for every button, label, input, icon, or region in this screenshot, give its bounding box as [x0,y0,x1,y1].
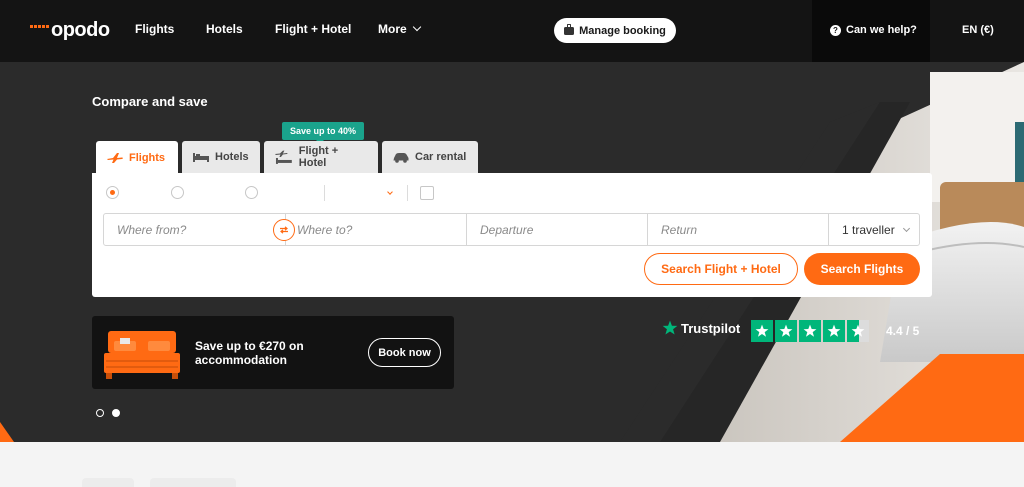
search-card: Where from? Where to? Departure Return 1… [92,173,932,297]
divider [324,185,325,201]
trip-type-radio-3[interactable] [245,186,258,199]
tab-flight-hotel[interactable]: Flight + Hotel [264,141,378,173]
help-label: Can we help? [846,24,917,36]
tab-car-rental[interactable]: Car rental [382,141,478,173]
search-flight-hotel-button[interactable]: Search Flight + Hotel [644,253,798,285]
question-icon: ? [830,24,841,36]
orange-bed-icon [104,331,180,379]
carousel-dots [96,409,120,417]
book-now-button[interactable]: Book now [368,338,441,367]
return-date-input[interactable]: Return [647,213,829,246]
travellers-select[interactable]: 1 traveller [828,213,920,246]
hero-title: Compare and save [92,94,208,109]
star-icon [799,320,821,342]
logo-dots-icon [30,24,49,28]
destination-input[interactable]: Where to? [285,213,467,246]
carousel-dot-1[interactable] [96,409,104,417]
trustpilot-rating[interactable]: Trustpilot 4.4 / 5 [662,320,919,342]
chevron-down-icon [902,224,911,233]
top-navbar: opodo Flights Hotels Flight + Hotel More… [0,0,1024,62]
bed-icon [193,153,209,162]
star-icon [823,320,845,342]
nav-more[interactable]: More [378,22,421,36]
chevron-down-icon [412,22,421,32]
briefcase-icon [564,23,575,35]
star-icon [775,320,797,342]
trustpilot-score: 4.4 / 5 [886,324,920,338]
lower-tab[interactable] [150,478,236,487]
origin-input[interactable]: Where from? [103,213,286,246]
nav-hotels[interactable]: Hotels [206,22,243,36]
trustpilot-logo: Trustpilot [662,320,740,336]
half-star-icon [847,320,869,342]
divider [407,185,408,201]
trustpilot-label: Trustpilot [681,320,741,336]
save-badge: Save up to 40% [282,122,365,144]
trustpilot-star-icon [662,320,678,335]
help-link[interactable]: ? Can we help? [830,24,917,36]
trip-type-radio-2[interactable] [171,186,184,199]
logo-text: opodo [51,18,110,41]
tab-hotels-label: Hotels [215,151,249,163]
plane-icon [107,152,123,163]
departure-date-input[interactable]: Departure [466,213,648,246]
tab-car-rental-label: Car rental [415,151,467,163]
tab-flight-hotel-label: Flight + Hotel [298,145,339,169]
accommodation-promo-banner: Save up to €270 on accommodation Book no… [92,316,454,389]
nav-flight-hotel[interactable]: Flight + Hotel [275,22,351,36]
option-checkbox[interactable] [420,186,434,200]
nav-more-label: More [378,22,407,36]
trip-type-radio-1[interactable] [106,186,119,199]
language-currency-selector[interactable]: EN (€) [962,24,994,36]
lower-tab[interactable] [82,478,134,487]
manage-booking-label: Manage booking [579,24,666,37]
swap-icon [280,226,288,234]
travellers-value: 1 traveller [842,222,895,237]
promo-text: Save up to €270 on accommodation [195,339,304,367]
car-icon [393,153,409,163]
chevron-down-icon[interactable] [387,189,393,195]
opodo-logo[interactable]: opodo [30,18,110,42]
plane-bed-icon [274,150,292,164]
star-icon [751,320,773,342]
trustpilot-stars [751,320,869,342]
tab-flights[interactable]: Flights [96,141,178,174]
tab-flights-label: Flights [129,151,166,164]
nav-flights[interactable]: Flights [135,22,174,36]
manage-booking-button[interactable]: Manage booking [554,18,676,43]
swap-airports-button[interactable] [273,219,295,241]
search-flights-button[interactable]: Search Flights [804,253,920,285]
carousel-dot-2[interactable] [112,409,120,417]
hero-section: Compare and save Save up to 40% Flights … [0,62,1024,442]
tab-hotels[interactable]: Hotels [182,141,260,173]
